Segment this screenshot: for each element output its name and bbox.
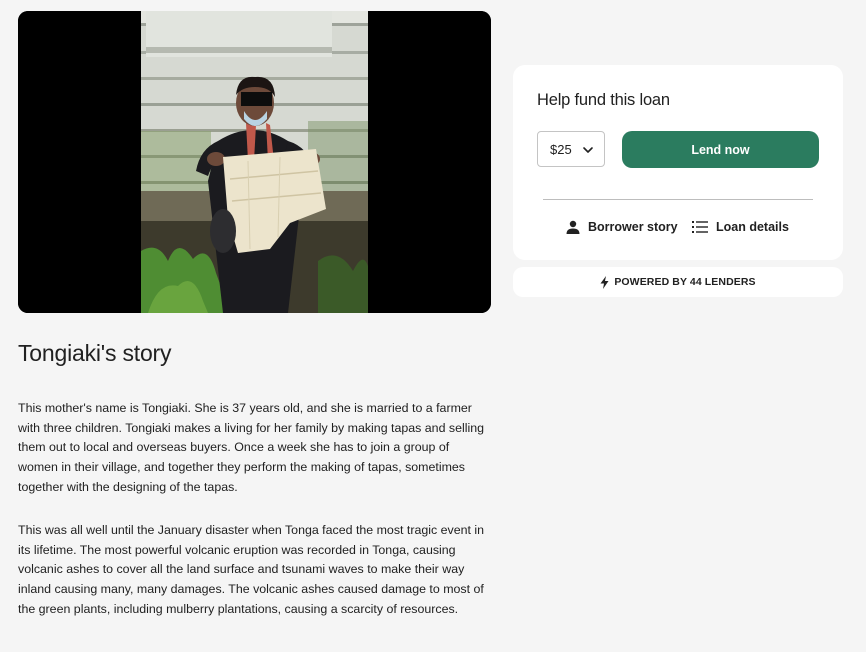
- lend-amount-value: $25: [550, 142, 572, 157]
- loan-details-link[interactable]: Loan details: [692, 217, 789, 237]
- borrower-story-label: Borrower story: [588, 220, 678, 234]
- story-title: Tongiaki's story: [18, 340, 172, 366]
- powered-by-label: POWERED BY 44 LENDERS: [614, 276, 756, 288]
- lend-now-button[interactable]: Lend now: [622, 131, 819, 168]
- loan-page: Tongiaki's story This mother's name is T…: [0, 0, 866, 652]
- powered-by-lenders: POWERED BY 44 LENDERS: [513, 267, 843, 297]
- fund-card-title: Help fund this loan: [537, 91, 670, 109]
- chevron-down-icon: [583, 147, 593, 153]
- person-icon: [566, 220, 580, 234]
- story-paragraph-1: This mother's name is Tongiaki. She is 3…: [18, 401, 485, 494]
- story-paragraph-2: This was all well until the January disa…: [18, 523, 485, 616]
- loan-details-label: Loan details: [716, 220, 789, 234]
- lightning-bolt-icon: [600, 275, 609, 289]
- borrower-photo-image: [18, 11, 491, 313]
- fund-loan-card: Help fund this loan $25 Lend now Borrowe…: [513, 65, 843, 260]
- borrower-story-link[interactable]: Borrower story: [566, 217, 678, 237]
- list-icon: [692, 221, 708, 233]
- card-divider: [543, 199, 813, 200]
- lend-amount-select[interactable]: $25: [537, 131, 605, 167]
- borrower-photo: [18, 11, 491, 313]
